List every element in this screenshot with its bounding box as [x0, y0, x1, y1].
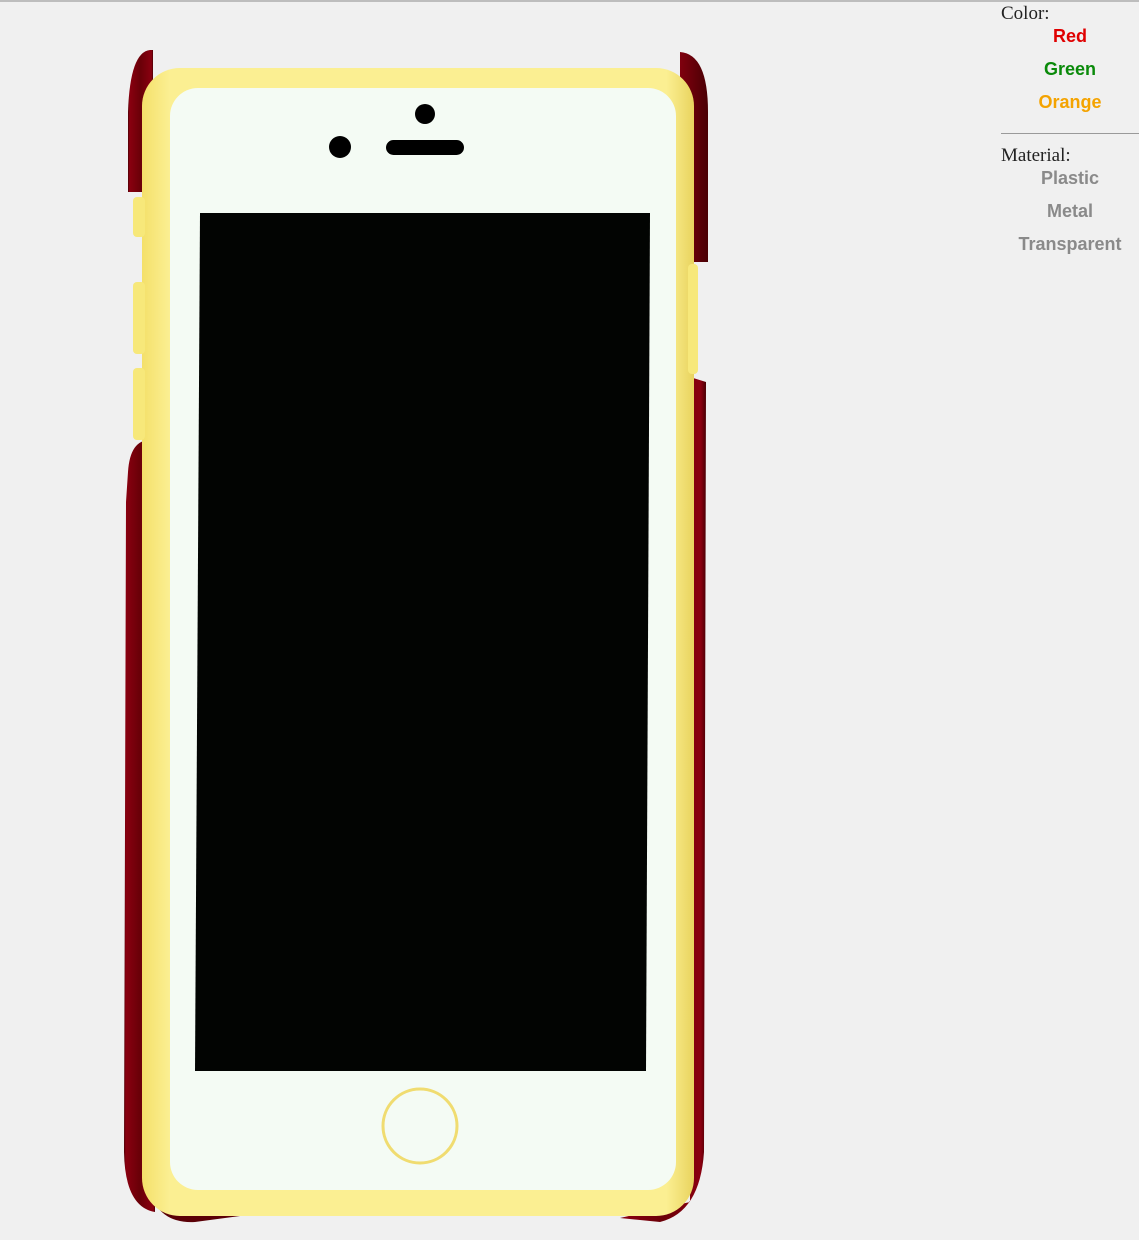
- proximity-sensor-icon: [415, 104, 435, 124]
- material-option-plastic[interactable]: Plastic: [1001, 167, 1139, 200]
- color-options: Red Green Orange: [1001, 25, 1139, 124]
- phone-case-render[interactable]: [0, 2, 990, 1240]
- material-options: Plastic Metal Transparent: [1001, 167, 1139, 266]
- material-option-transparent[interactable]: Transparent: [1001, 233, 1139, 266]
- color-heading: Color:: [1001, 3, 1050, 24]
- options-panel: Color: Red Green Orange Material: Plasti…: [1001, 3, 1139, 266]
- material-option-metal[interactable]: Metal: [1001, 200, 1139, 233]
- phone-screen: [195, 213, 650, 1071]
- front-camera-icon: [329, 136, 351, 158]
- earpiece-speaker-icon: [386, 140, 464, 155]
- side-button-mute: [133, 197, 145, 237]
- side-button-power: [688, 264, 698, 374]
- color-option-green[interactable]: Green: [1001, 58, 1139, 91]
- color-option-orange[interactable]: Orange: [1001, 91, 1139, 124]
- material-heading: Material:: [1001, 145, 1071, 166]
- side-button-volume-up: [133, 282, 145, 354]
- 3d-viewport[interactable]: [0, 2, 990, 1240]
- section-divider: [1001, 133, 1139, 134]
- side-button-volume-down: [133, 368, 145, 440]
- color-option-red[interactable]: Red: [1001, 25, 1139, 58]
